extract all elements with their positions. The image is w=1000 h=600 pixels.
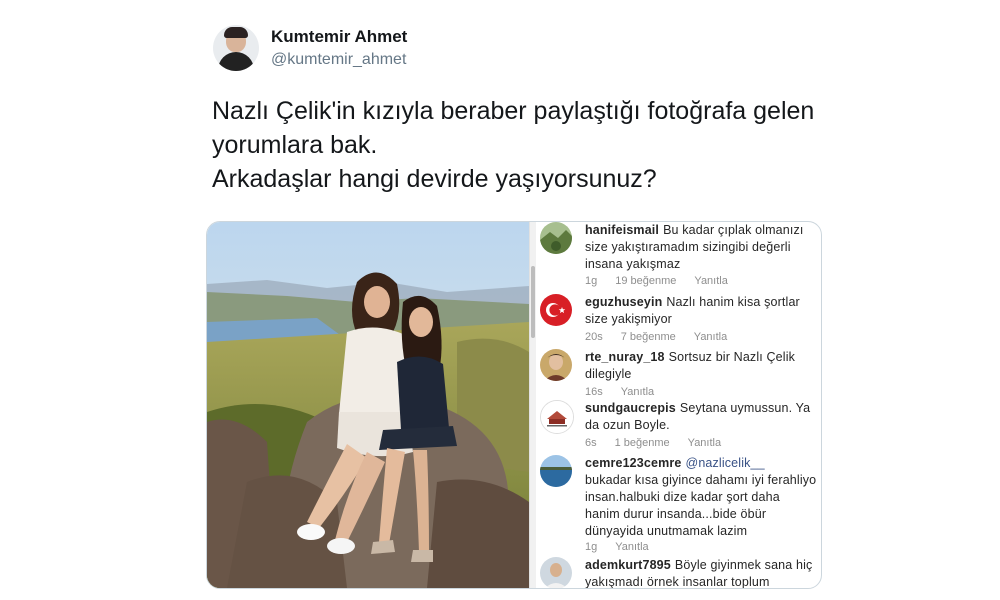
logo-avatar-icon[interactable] [540, 400, 574, 434]
tweet-text: Nazlı Çelik'in kızıyla beraber paylaştığ… [212, 94, 852, 196]
comment-time: 1g [585, 541, 598, 553]
reply-link[interactable]: Yanıtla [688, 437, 721, 449]
comment-body: bukadar kısa giyince dahamı iyi ferahliy… [585, 473, 817, 538]
comment-meta: 6s 1 beğenme Yanıtla [585, 437, 739, 449]
author-name[interactable]: Kumtemir Ahmet [271, 27, 407, 47]
sea-avatar-icon[interactable] [540, 455, 572, 487]
comment-text: hanifeismail Bu kadar çıplak olmanızı siz… [585, 222, 817, 273]
comment-time: 6s [585, 437, 597, 449]
comment-text: cemre123cemre @nazlicelik__ bukadar kısa … [585, 455, 817, 540]
comment-username[interactable]: cemre123cemre [585, 456, 681, 470]
man-avatar-icon[interactable] [540, 557, 572, 588]
tweet-text-line: Arkadaşlar hangi devirde yaşıyorsunuz? [212, 165, 657, 193]
comment-text: eguzhuseyin Nazlı hanim kisa şortlar size… [585, 294, 817, 328]
comments-scrollbar[interactable] [529, 222, 536, 588]
comment-meta: 20s 7 beğenme Yanıtla [585, 331, 745, 343]
comment-likes[interactable]: 1 beğenme [615, 437, 670, 449]
comment-username[interactable]: eguzhuseyin [585, 295, 662, 309]
scrollbar-thumb[interactable] [531, 266, 535, 338]
comment-meta: 16s Yanıtla [585, 386, 672, 398]
avatar-body-shape [218, 52, 254, 71]
tweet-media[interactable]: hanifeismail Bu kadar çıplak olmanızı siz… [206, 221, 822, 589]
tweet-text-line: yorumlara bak. [212, 131, 378, 159]
comment-text: ademkurt7895 Böyle giyinmek sana hiç yakı… [585, 557, 817, 588]
comment-meta: 1g 19 beğenme Yanıtla [585, 275, 746, 287]
tweet-header: Kumtemir Ahmet @kumtemir_ahmet [213, 22, 407, 74]
reply-link[interactable]: Yanıtla [621, 386, 654, 398]
author-handle[interactable]: @kumtemir_ahmet [271, 50, 407, 69]
author-names: Kumtemir Ahmet @kumtemir_ahmet [271, 27, 407, 69]
comments-list: hanifeismail Bu kadar çıplak olmanızı siz… [537, 222, 821, 588]
reply-link[interactable]: Yanıtla [615, 541, 648, 553]
photo-illustration [207, 222, 529, 588]
avatar-hair-shape [224, 27, 248, 38]
comment-time: 20s [585, 331, 603, 343]
comment-likes[interactable]: 19 beğenme [615, 275, 676, 287]
comment-text: sundgaucrepis Seytana uymussun. Ya da ozu… [585, 400, 817, 434]
post-photo [207, 222, 529, 588]
person-avatar-icon[interactable] [540, 349, 572, 381]
comment-mention[interactable]: @nazlicelik__ [685, 456, 764, 470]
comment-likes[interactable]: 7 beğenme [621, 331, 676, 343]
comment-username[interactable]: ademkurt7895 [585, 558, 671, 572]
comment-time: 16s [585, 386, 603, 398]
comment-text: rte_nuray_18 Sortsuz bir Nazlı Çelik dile… [585, 349, 817, 383]
author-avatar[interactable] [213, 25, 259, 71]
comment-username[interactable]: sundgaucrepis [585, 401, 676, 415]
comment-time: 1g [585, 275, 598, 287]
comment-meta: 1g Yanıtla [585, 541, 667, 553]
landscape-avatar-icon[interactable] [540, 222, 572, 254]
comment-username[interactable]: hanifeismail [585, 223, 659, 237]
comment-username[interactable]: rte_nuray_18 [585, 350, 665, 364]
turkish-flag-avatar-icon[interactable] [540, 294, 572, 326]
reply-link[interactable]: Yanıtla [694, 275, 727, 287]
reply-link[interactable]: Yanıtla [694, 331, 727, 343]
tweet-text-line: Nazlı Çelik'in kızıyla beraber paylaştığ… [212, 97, 815, 125]
